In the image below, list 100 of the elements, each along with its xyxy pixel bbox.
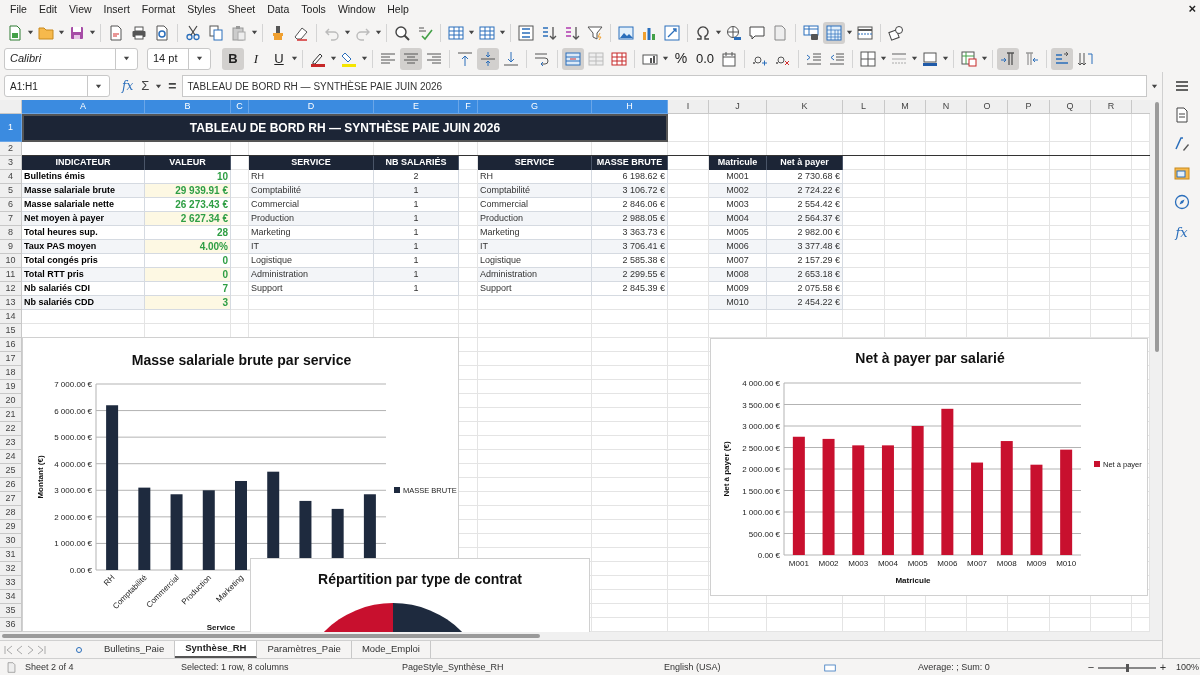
row-header[interactable]: 25 (0, 464, 22, 478)
column-header[interactable]: A (22, 100, 145, 114)
menu-item[interactable]: Insert (97, 2, 136, 18)
row-header[interactable]: 26 (0, 478, 22, 492)
row-header[interactable]: 12 (0, 282, 22, 296)
caret-icon[interactable] (27, 29, 34, 36)
wrap-text-button[interactable] (1051, 47, 1074, 70)
menu-item[interactable]: Edit (32, 2, 63, 18)
bold-button[interactable]: B (222, 47, 244, 70)
zoom-slider-thumb[interactable] (1125, 663, 1129, 672)
row-header[interactable]: 18 (0, 366, 22, 380)
column-header[interactable]: O (967, 100, 1008, 114)
menu-item[interactable]: Format (135, 2, 182, 18)
caret-icon[interactable] (95, 82, 102, 90)
column-header[interactable]: L (843, 100, 885, 114)
caret-icon[interactable] (468, 29, 475, 36)
row-header[interactable]: 8 (0, 226, 22, 240)
row-header[interactable]: 31 (0, 548, 22, 562)
caret-icon[interactable] (330, 55, 337, 62)
percent-button[interactable]: % (670, 47, 692, 70)
row-header[interactable]: 28 (0, 506, 22, 520)
row-header[interactable]: 24 (0, 450, 22, 464)
row-header[interactable]: 29 (0, 520, 22, 534)
caret-icon[interactable] (344, 29, 351, 36)
caret-icon[interactable] (196, 55, 203, 62)
column-header[interactable]: B (145, 100, 231, 114)
row-header[interactable]: 10 (0, 254, 22, 268)
caret-icon[interactable] (375, 29, 382, 36)
caret-icon[interactable] (291, 55, 298, 62)
italic-button[interactable]: I (245, 47, 267, 70)
menu-item[interactable]: Help (381, 2, 415, 18)
sheet-tab[interactable]: Mode_Emploi (351, 641, 431, 658)
caret-icon[interactable] (155, 82, 163, 90)
formula-button[interactable]: = (166, 75, 179, 97)
menu-button[interactable] (1173, 78, 1190, 94)
row-header[interactable]: 35 (0, 604, 22, 618)
row-header[interactable]: 33 (0, 576, 22, 590)
row-header[interactable]: 16 (0, 338, 22, 352)
row-header[interactable]: 21 (0, 408, 22, 422)
caret-icon[interactable] (715, 29, 722, 36)
row-header[interactable]: 14 (0, 310, 22, 324)
sheet-tab[interactable]: Paramètres_Paie (257, 641, 352, 658)
row-header[interactable]: 3 (0, 156, 22, 170)
menu-item[interactable]: Styles (181, 2, 222, 18)
underline-button[interactable]: U (268, 47, 290, 70)
row-header[interactable]: 27 (0, 492, 22, 506)
column-header[interactable]: H (592, 100, 668, 114)
column-header[interactable]: I (668, 100, 709, 114)
decimal-button[interactable]: 0.0 (693, 47, 718, 70)
row-header[interactable]: 34 (0, 590, 22, 604)
row-header[interactable]: 11 (0, 268, 22, 282)
properties-button[interactable] (1173, 107, 1190, 123)
column-header[interactable]: P (1008, 100, 1050, 114)
column-header[interactable]: Q (1050, 100, 1091, 114)
column-header[interactable]: K (767, 100, 843, 114)
row-header[interactable]: 19 (0, 380, 22, 394)
caret-icon[interactable] (846, 29, 853, 36)
formula-input-field[interactable]: TABLEAU DE BORD RH — SYNTHÈSE PAIE JUIN 2026 (182, 75, 1147, 97)
navigator-button[interactable] (1173, 194, 1190, 210)
vertical-scrollbar[interactable] (1155, 102, 1159, 352)
row-header[interactable]: 6 (0, 198, 22, 212)
row-header[interactable]: 32 (0, 562, 22, 576)
caret-icon[interactable] (361, 55, 368, 62)
menu-item[interactable]: Tools (295, 2, 332, 18)
column-header[interactable]: M (885, 100, 926, 114)
caret-icon[interactable] (123, 55, 130, 62)
font-name-field[interactable]: Calibri (4, 47, 138, 70)
row-header[interactable]: 20 (0, 394, 22, 408)
caret-icon[interactable] (499, 29, 506, 36)
merge-center-button[interactable] (562, 47, 584, 70)
zoom-out-button[interactable]: − (1086, 659, 1096, 675)
column-header[interactable]: F (459, 100, 478, 114)
menu-item[interactable]: Window (331, 2, 382, 18)
column-header[interactable]: C (231, 100, 249, 114)
row-header[interactable]: 22 (0, 422, 22, 436)
column-header[interactable]: R (1091, 100, 1132, 114)
menu-item[interactable]: View (63, 2, 98, 18)
sheet-tab[interactable]: Synthèse_RH (175, 641, 258, 658)
column-header[interactable]: J (709, 100, 767, 114)
row-header[interactable]: 17 (0, 352, 22, 366)
menu-item[interactable]: Sheet (221, 2, 262, 18)
caret-icon[interactable] (942, 55, 950, 62)
menu-item[interactable]: File (4, 2, 33, 18)
row-header[interactable]: 30 (0, 534, 22, 548)
row-header[interactable]: 5 (0, 184, 22, 198)
column-header[interactable]: E (374, 100, 459, 114)
horizontal-scrollbar[interactable] (2, 634, 540, 638)
column-header[interactable]: G (478, 100, 592, 114)
row-header[interactable]: 13 (0, 296, 22, 310)
caret-icon[interactable] (911, 55, 919, 62)
caret-icon[interactable] (251, 29, 258, 36)
function-wizard-button[interactable]: fx (120, 77, 136, 95)
caret-icon[interactable] (1151, 82, 1158, 90)
row-header[interactable]: 15 (0, 324, 22, 338)
caret-icon[interactable] (981, 55, 989, 62)
zoom-in-button[interactable]: + (1158, 659, 1168, 675)
close-button[interactable]: × (1188, 2, 1196, 16)
caret-icon[interactable] (880, 55, 888, 62)
align-middle-button[interactable] (477, 47, 499, 70)
font-size-field[interactable]: 14 pt (147, 47, 211, 70)
